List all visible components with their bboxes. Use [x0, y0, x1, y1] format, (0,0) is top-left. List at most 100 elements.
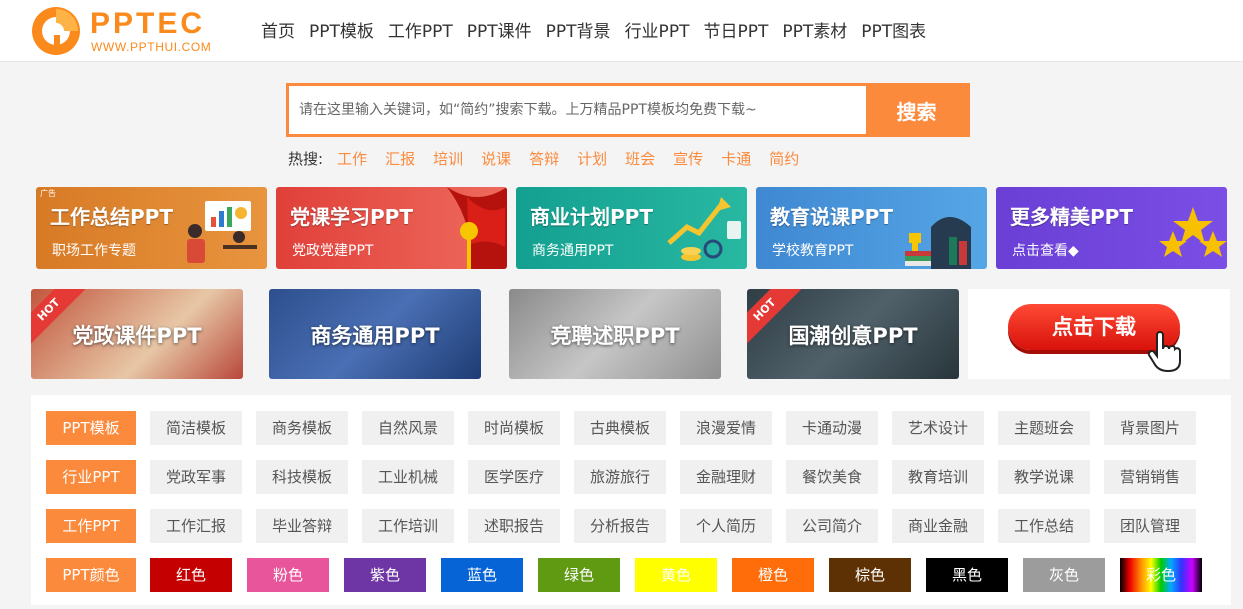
- category-tag[interactable]: 主题班会: [998, 411, 1090, 445]
- category-tag[interactable]: 工作培训: [362, 509, 454, 543]
- category-head[interactable]: 工作PPT: [46, 509, 136, 543]
- color-swatch[interactable]: 黄色: [635, 558, 717, 592]
- category-tag[interactable]: 旅游旅行: [574, 460, 666, 494]
- banner-subtitle: 党政党建PPT: [292, 243, 374, 259]
- color-swatch[interactable]: 绿色: [538, 558, 620, 592]
- category-tag[interactable]: 简洁模板: [150, 411, 242, 445]
- category-tag[interactable]: 工作总结: [998, 509, 1090, 543]
- hot-word[interactable]: 班会: [625, 148, 655, 169]
- category-tag[interactable]: 医学医疗: [468, 460, 560, 494]
- nav-item-industry-ppt[interactable]: 行业PPT: [625, 17, 690, 42]
- color-swatch[interactable]: 黑色: [926, 558, 1008, 592]
- banner-more[interactable]: 更多精美PPT 点击查看◆: [996, 187, 1227, 269]
- nav-item-holiday-ppt[interactable]: 节日PPT: [703, 17, 768, 42]
- nav-item-work-ppt[interactable]: 工作PPT: [388, 17, 453, 42]
- hot-word[interactable]: 宣传: [673, 148, 703, 169]
- category-tag[interactable]: 科技模板: [256, 460, 348, 494]
- category-tag[interactable]: 艺术设计: [892, 411, 984, 445]
- category-tag[interactable]: 工业机械: [362, 460, 454, 494]
- pointer-hand-icon: [1147, 331, 1181, 373]
- category-head[interactable]: PPT模板: [46, 411, 136, 445]
- nav-item-ppt-backgrounds[interactable]: PPT背景: [546, 17, 611, 42]
- color-swatch[interactable]: 彩色: [1120, 558, 1202, 592]
- banner-party-courseware[interactable]: HOT 党政课件PPT: [31, 289, 243, 379]
- color-swatch[interactable]: 红色: [150, 558, 232, 592]
- category-tag[interactable]: 述职报告: [468, 509, 560, 543]
- banner-party-lesson[interactable]: 党课学习PPT 党政党建PPT: [276, 187, 507, 269]
- category-tag[interactable]: 古典模板: [574, 411, 666, 445]
- ad-badge: 广告: [40, 189, 56, 198]
- hot-word[interactable]: 工作: [337, 148, 367, 169]
- banner-title: 工作总结PPT: [50, 205, 173, 229]
- banner-business-plan[interactable]: 商业计划PPT 商务通用PPT: [516, 187, 747, 269]
- banner-subtitle: 商务通用PPT: [532, 243, 614, 259]
- color-swatch[interactable]: 紫色: [344, 558, 426, 592]
- color-swatch[interactable]: 粉色: [247, 558, 329, 592]
- logo-text: PPTEC: [90, 7, 206, 40]
- category-head[interactable]: PPT颜色: [46, 558, 136, 592]
- category-tag[interactable]: 公司简介: [786, 509, 878, 543]
- books-trophy-illustration-icon: [905, 217, 971, 269]
- growth-chart-illustration-icon: [667, 197, 741, 261]
- site-header: PPTEC WWW.PPTHUI.COM 首页 PPT模板 工作PPT PPT课…: [0, 0, 1243, 62]
- search-input[interactable]: [289, 86, 869, 134]
- red-flag-illustration-icon: [447, 187, 507, 269]
- category-tag[interactable]: 商务模板: [256, 411, 348, 445]
- category-tag[interactable]: 毕业答辩: [256, 509, 348, 543]
- hot-word[interactable]: 计划: [577, 148, 607, 169]
- banner-title: 商务通用PPT: [310, 324, 440, 348]
- hot-word[interactable]: 汇报: [385, 148, 415, 169]
- banner-education[interactable]: 教育说课PPT 学校教育PPT: [756, 187, 987, 269]
- category-tag[interactable]: 工作汇报: [150, 509, 242, 543]
- nav-item-ppt-templates[interactable]: PPT模板: [309, 17, 374, 42]
- logo-mark-icon: [32, 7, 80, 55]
- hot-word[interactable]: 答辩: [529, 148, 559, 169]
- main-nav: 首页 PPT模板 工作PPT PPT课件 PPT背景 行业PPT 节日PPT P…: [254, 0, 933, 58]
- category-tag[interactable]: 自然风景: [362, 411, 454, 445]
- color-swatch[interactable]: 蓝色: [441, 558, 523, 592]
- hot-word[interactable]: 简约: [769, 148, 799, 169]
- banner-job-report[interactable]: 竞聘述职PPT: [509, 289, 721, 379]
- category-tag[interactable]: 浪漫爱情: [680, 411, 772, 445]
- category-tag[interactable]: 金融理财: [680, 460, 772, 494]
- banner-guochao[interactable]: HOT 国潮创意PPT: [747, 289, 959, 379]
- nav-item-ppt-materials[interactable]: PPT素材: [782, 17, 847, 42]
- banner-title: 党政课件PPT: [72, 324, 202, 348]
- banner-business-general[interactable]: 商务通用PPT: [269, 289, 481, 379]
- banner-title: 更多精美PPT: [1010, 205, 1133, 229]
- color-swatch[interactable]: 棕色: [829, 558, 911, 592]
- nav-item-home[interactable]: 首页: [261, 17, 295, 42]
- category-tag[interactable]: 团队管理: [1104, 509, 1196, 543]
- color-swatch[interactable]: 灰色: [1023, 558, 1105, 592]
- category-tag[interactable]: 个人简历: [680, 509, 772, 543]
- nav-item-ppt-charts[interactable]: PPT图表: [861, 17, 926, 42]
- banner-subtitle: 点击查看◆: [1012, 243, 1079, 259]
- search-box: 搜索: [286, 83, 970, 137]
- color-swatch[interactable]: 橙色: [732, 558, 814, 592]
- category-tag[interactable]: 分析报告: [574, 509, 666, 543]
- category-tag[interactable]: 时尚模板: [468, 411, 560, 445]
- hot-word[interactable]: 说课: [481, 148, 511, 169]
- category-tag[interactable]: 商业金融: [892, 509, 984, 543]
- category-tag[interactable]: 营销销售: [1104, 460, 1196, 494]
- hot-searches: 热搜: 工作 汇报 培训 说课 答辩 计划 班会 宣传 卡通 简约: [288, 146, 817, 170]
- banner-title: 竞聘述职PPT: [550, 324, 680, 348]
- banner-subtitle: 职场工作专题: [52, 243, 136, 259]
- nav-item-ppt-courseware[interactable]: PPT课件: [467, 17, 532, 42]
- category-head[interactable]: 行业PPT: [46, 460, 136, 494]
- category-tag[interactable]: 卡通动漫: [786, 411, 878, 445]
- logo[interactable]: PPTEC WWW.PPTHUI.COM: [30, 5, 230, 57]
- banner-title: 教育说课PPT: [770, 205, 893, 229]
- hot-word[interactable]: 培训: [433, 148, 463, 169]
- category-tag[interactable]: 教育培训: [892, 460, 984, 494]
- category-tag[interactable]: 党政军事: [150, 460, 242, 494]
- category-tag[interactable]: 餐饮美食: [786, 460, 878, 494]
- logo-url: WWW.PPTHUI.COM: [91, 40, 212, 54]
- category-panel: PPT模板 简洁模板 商务模板 自然风景 时尚模板 古典模板 浪漫爱情 卡通动漫…: [31, 395, 1231, 605]
- category-tag[interactable]: 教学说课: [998, 460, 1090, 494]
- category-tag[interactable]: 背景图片: [1104, 411, 1196, 445]
- stars-illustration-icon: [1159, 207, 1227, 257]
- hot-word[interactable]: 卡通: [721, 148, 751, 169]
- search-button[interactable]: 搜索: [866, 86, 967, 134]
- banner-work-summary[interactable]: 广告 工作总结PPT 职场工作专题: [36, 187, 267, 269]
